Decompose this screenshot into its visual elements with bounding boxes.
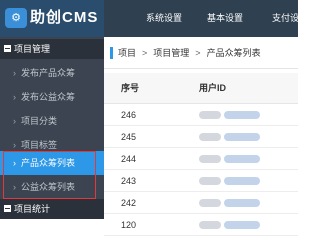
column-header-user-id: 用户ID xyxy=(199,83,227,93)
breadcrumb-item-project-management[interactable]: 项目管理 xyxy=(153,46,189,59)
top-bar: ⚙ 助创CMS 系统设置 基本设置 支付设 xyxy=(0,0,299,37)
cell-index: 242 xyxy=(121,198,137,208)
breadcrumb-separator: > xyxy=(195,47,201,58)
chevron-right-icon: › xyxy=(13,68,16,78)
cell-user-id-blurred xyxy=(199,110,260,120)
highlight-annotation-box xyxy=(3,151,96,199)
table-row[interactable]: 243 xyxy=(104,170,298,192)
table-header: 序号 用户ID xyxy=(104,73,298,104)
sidebar-item-project-category[interactable]: › 项目分类 xyxy=(0,109,104,133)
breadcrumb-item-current: 产品众筹列表 xyxy=(206,48,261,58)
cell-user-id-blurred xyxy=(199,132,260,142)
breadcrumb-accent-bar xyxy=(110,46,113,59)
table-row[interactable]: 246 xyxy=(104,104,298,126)
chevron-right-icon: › xyxy=(13,116,16,126)
sidebar-section-project-stats[interactable]: 项目统计 xyxy=(0,199,104,219)
table-row[interactable]: 120 xyxy=(104,214,298,236)
chevron-right-icon: › xyxy=(13,92,16,102)
table-row[interactable]: 245 xyxy=(104,126,298,148)
top-nav-system-settings[interactable]: 系统设置 xyxy=(146,0,182,37)
sidebar-item-publish-product[interactable]: › 发布产品众筹 xyxy=(0,61,104,85)
sidebar-item-label: 项目分类 xyxy=(21,116,58,126)
sidebar-section-label: 项目统计 xyxy=(14,204,51,214)
sidebar-section-label: 项目管理 xyxy=(14,44,51,54)
logo[interactable]: ⚙ 助创CMS xyxy=(0,0,104,37)
table-row[interactable]: 242 xyxy=(104,192,298,214)
cell-index: 243 xyxy=(121,176,137,186)
sidebar-item-label: 发布公益众筹 xyxy=(21,92,76,102)
cell-index: 120 xyxy=(121,220,137,230)
cell-index: 246 xyxy=(121,110,137,120)
sidebar-section-project-management[interactable]: 项目管理 xyxy=(0,39,104,59)
cell-user-id-blurred xyxy=(199,198,260,208)
sidebar-item-label: 项目标签 xyxy=(21,140,58,150)
collapse-icon xyxy=(4,205,11,212)
sidebar-item-publish-charity[interactable]: › 发布公益众筹 xyxy=(0,85,104,109)
breadcrumb: 项目 > 项目管理 > 产品众筹列表 xyxy=(104,37,298,69)
column-header-index: 序号 xyxy=(121,83,140,93)
sidebar-item-label: 发布产品众筹 xyxy=(21,68,76,78)
table-row[interactable]: 244 xyxy=(104,148,298,170)
collapse-icon xyxy=(4,45,11,52)
cell-user-id-blurred xyxy=(199,176,260,186)
sidebar: 项目管理 › 发布产品众筹 › 发布公益众筹 › 项目分类 › 项目标签 › 产品众筹列表… xyxy=(0,37,104,219)
cell-index: 245 xyxy=(121,132,137,142)
cell-user-id-blurred xyxy=(199,220,260,230)
cell-user-id-blurred xyxy=(199,154,260,164)
top-nav-basic-settings[interactable]: 基本设置 xyxy=(207,0,243,37)
top-nav-payment-settings[interactable]: 支付设 xyxy=(272,0,299,37)
cell-index: 244 xyxy=(121,154,137,164)
logo-icon: ⚙ xyxy=(5,8,27,28)
logo-text: 助创CMS xyxy=(30,9,99,26)
breadcrumb-separator: > xyxy=(142,47,148,58)
breadcrumb-item-project[interactable]: 项目 xyxy=(118,46,136,59)
